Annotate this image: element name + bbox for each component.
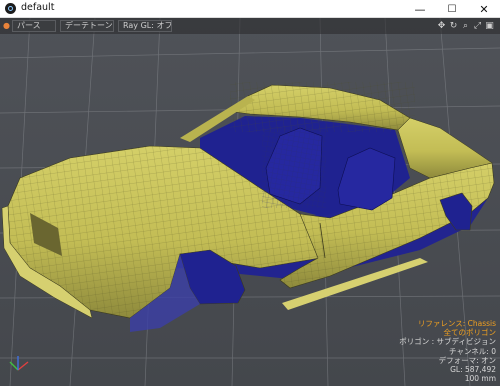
info-polygon-type: ポリゴン : サブディビジョン [399,337,496,347]
viewport-3d[interactable]: ● パース デーテトーン Ray GL: オフ ✥ ↻ ⌕ ⤢ ▣ リファレンス… [0,18,500,386]
rotate-icon[interactable]: ↻ [449,19,458,33]
minimize-button[interactable]: — [404,0,436,18]
info-reference: リファレンス: Chassis [417,319,496,328]
tab-shading-mode[interactable]: デーテトーン [60,20,114,32]
window-titlebar: default — ☐ ✕ [0,0,500,18]
viewport-info: リファレンス: Chassis 全てのポリゴン ポリゴン : サブディビジョン … [399,319,496,383]
zoom-icon[interactable]: ⌕ [461,19,470,33]
info-gl-count: GL: 587,492 [450,365,496,375]
maximize-viewport-icon[interactable]: ▣ [485,19,494,33]
info-deformer: デフォーマ: オン [438,355,496,365]
move-icon[interactable]: ✥ [437,19,446,33]
tab-perspective[interactable]: パース [12,20,56,32]
tab-raygl[interactable]: Ray GL: オフ [118,20,172,32]
info-scale: 100 mm [464,374,496,384]
close-button[interactable]: ✕ [468,0,500,18]
viewport-toolbar: ● パース デーテトーン Ray GL: オフ ✥ ↻ ⌕ ⤢ ▣ [0,18,500,34]
maximize-button[interactable]: ☐ [436,0,468,18]
app-icon [5,3,16,14]
fit-icon[interactable]: ⤢ [473,19,482,33]
info-channel: チャンネル: 0 [449,346,496,356]
viewport-menu-handle[interactable]: ● [2,20,11,31]
window-title: default [21,2,55,13]
